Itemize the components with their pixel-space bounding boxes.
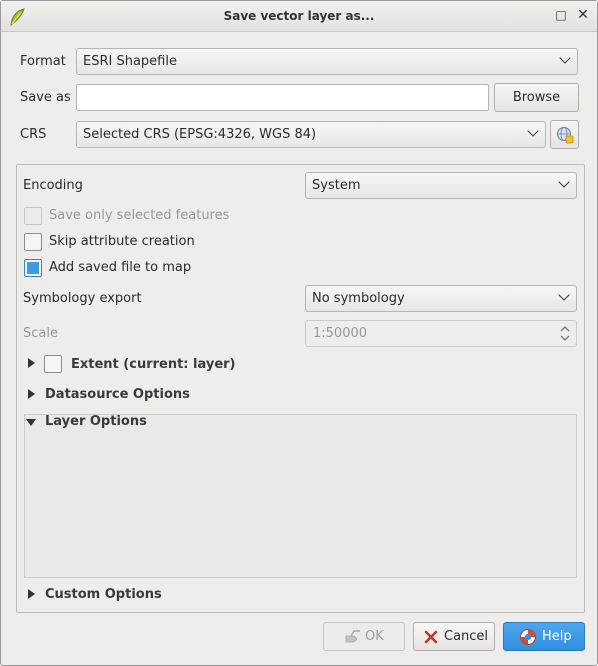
add-to-map-label: Add saved file to map — [49, 260, 192, 275]
datasource-options-label[interactable]: Datasource Options — [45, 387, 190, 402]
skip-attribute-label: Skip attribute creation — [49, 234, 195, 249]
layer-options-panel — [24, 414, 577, 578]
crs-select[interactable]: Selected CRS (EPSG:4326, WGS 84) — [76, 121, 546, 148]
expand-right-icon[interactable] — [28, 358, 35, 368]
format-value: ESRI Shapefile — [83, 54, 177, 69]
globe-icon — [557, 127, 574, 144]
help-button[interactable]: Help — [503, 622, 585, 651]
encoding-select[interactable]: System — [305, 172, 577, 199]
maximize-icon[interactable]: □ — [553, 7, 569, 23]
save-vector-dialog: Save vector layer as... □ ✕ Format ESRI … — [0, 0, 598, 666]
ok-button[interactable]: OK — [323, 622, 405, 651]
scale-spinbox[interactable]: 1:50000 — [305, 320, 577, 347]
add-to-map-checkbox[interactable] — [24, 259, 42, 277]
scale-label: Scale — [23, 326, 58, 341]
ok-label: OK — [365, 629, 384, 644]
format-label: Format — [20, 54, 66, 69]
expand-right-icon[interactable] — [28, 589, 35, 599]
browse-button[interactable]: Browse — [494, 83, 579, 112]
custom-options-label[interactable]: Custom Options — [45, 587, 162, 602]
crs-selector-button[interactable] — [550, 120, 579, 149]
encoding-label: Encoding — [23, 178, 83, 193]
ok-icon — [345, 630, 360, 643]
extent-checkbox[interactable] — [44, 355, 62, 373]
crs-value: Selected CRS (EPSG:4326, WGS 84) — [83, 127, 317, 142]
crs-label: CRS — [20, 127, 47, 142]
encoding-value: System — [312, 178, 361, 193]
symbology-label: Symbology export — [23, 291, 142, 306]
skip-attribute-checkbox[interactable] — [24, 233, 42, 251]
cancel-icon — [424, 630, 438, 644]
help-label: Help — [542, 629, 572, 644]
scale-value: 1:50000 — [313, 326, 368, 341]
chevron-down-icon — [558, 176, 570, 188]
symbology-value: No symbology — [312, 291, 405, 306]
format-select[interactable]: ESRI Shapefile — [76, 48, 578, 75]
collapse-down-icon[interactable] — [26, 419, 36, 426]
cancel-button[interactable]: Cancel — [413, 622, 495, 651]
chevron-down-icon — [558, 289, 570, 301]
title-bar[interactable]: Save vector layer as... □ ✕ — [1, 1, 597, 32]
save-as-label: Save as — [20, 90, 71, 105]
lifebuoy-icon — [520, 629, 536, 645]
spin-arrows-icon — [560, 326, 570, 341]
close-icon[interactable]: ✕ — [575, 7, 591, 23]
expand-right-icon[interactable] — [28, 389, 35, 399]
save-as-input[interactable] — [76, 84, 489, 111]
chevron-down-icon — [527, 125, 539, 137]
cancel-label: Cancel — [444, 629, 489, 644]
layer-options-label[interactable]: Layer Options — [45, 414, 147, 429]
window-title: Save vector layer as... — [223, 9, 375, 23]
symbology-select[interactable]: No symbology — [305, 285, 577, 312]
save-selected-checkbox[interactable] — [24, 207, 42, 225]
chevron-down-icon — [559, 52, 571, 64]
save-selected-label: Save only selected features — [49, 208, 230, 223]
extent-label[interactable]: Extent (current: layer) — [71, 357, 236, 372]
